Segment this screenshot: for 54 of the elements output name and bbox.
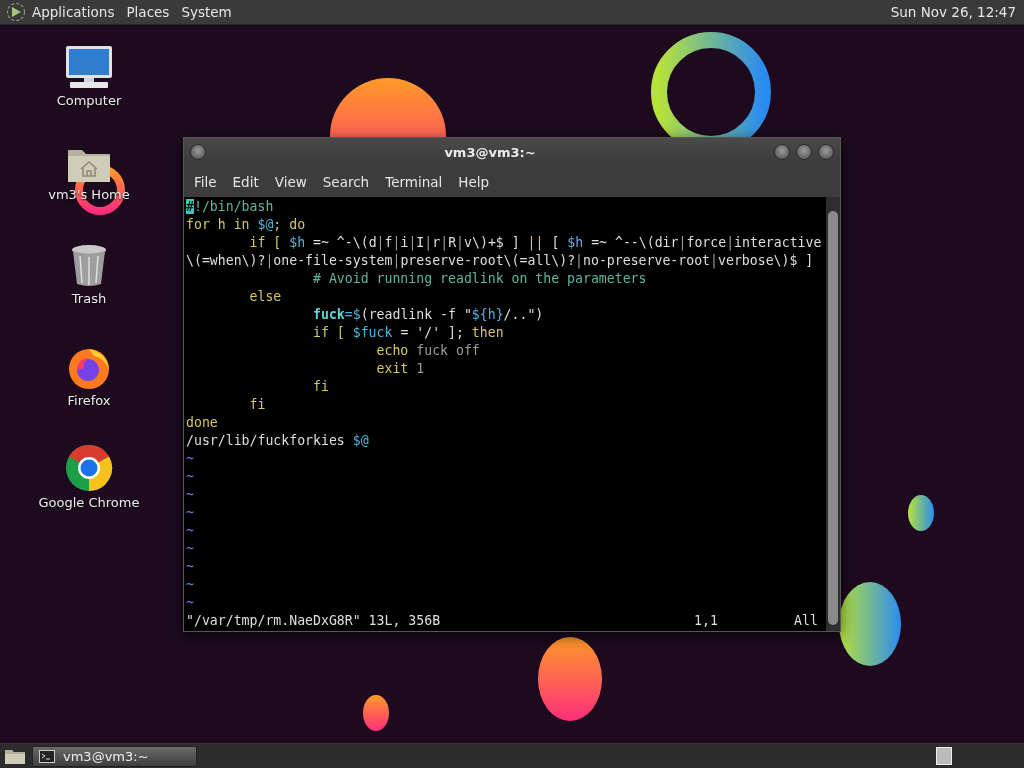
code-line: \(=when\)?|one-file-system|preserve-root\(=all\)?|no-preserve-root|verbose\)$ ] [186,252,815,270]
scroll-position: All [794,612,819,630]
close-button[interactable] [818,144,834,160]
cursor-position: 1,1 [694,612,719,630]
menu-item[interactable]: File [190,173,227,190]
minimize-button[interactable] [774,144,790,160]
window-menu-button[interactable] [190,144,206,160]
code-line: fuck=$(readlink -f "${h}/..") [312,306,545,324]
chrome-icon [65,444,113,492]
desktop-icon-label[interactable]: Trash [71,291,107,306]
code-line: fi [312,378,330,396]
code-line: if [ $h =~ ^-\(d|f|i|I|r|R|v\)+$ ] || [ $h =~ ^--\(dir|force|interactive [248,234,823,252]
desktop-icon-label[interactable]: Google Chrome [38,495,140,510]
window-title: vm3@vm3:~ [443,144,537,160]
code-line: /usr/lib/fuckforkies $@ [186,432,370,450]
maximize-button[interactable] [796,144,812,160]
terminal-icon [39,749,55,763]
code-line: exit 1 [375,360,426,378]
scrollbar[interactable] [826,197,840,631]
logo-icon[interactable] [6,2,26,22]
code-line: for h in $@; do [186,216,307,234]
empty-line-marker: ~ [186,522,195,540]
empty-line-marker: ~ [186,540,195,558]
menu-item[interactable]: Edit [228,173,269,190]
menu-item[interactable]: Terminal [381,173,453,190]
code-line: if [ $fuck = '/' ]; then [312,324,505,342]
taskbar-button[interactable]: vm3@vm3:~ [32,745,197,767]
panel-menu[interactable]: Places [120,4,176,20]
code-line: else [248,288,283,306]
show-desktop-icon[interactable] [4,747,26,765]
empty-line-marker: ~ [186,576,195,594]
clock[interactable]: Sun Nov 26, 12:47 [890,4,1016,20]
workspace-switcher[interactable] [936,747,952,765]
empty-line-marker: ~ [186,450,195,468]
empty-line-marker: ~ [186,504,195,522]
code-line: echo fuck off [375,342,481,360]
code-line: # Avoid running readlink on the parameters [312,270,648,288]
trash-icon [70,244,108,288]
file-info: "/var/tmp/rm.NaeDxG8R" 13L, 356B [186,612,441,630]
desktop-icon-label[interactable]: Computer [56,93,122,108]
code-line: fi [248,396,267,414]
code-line: done [186,414,219,432]
empty-line-marker: ~ [186,558,195,576]
menu-item[interactable]: View [270,173,317,190]
menu-item[interactable]: Help [454,173,500,190]
desktop-icon-label[interactable]: Firefox [67,393,111,408]
menu-item[interactable]: Search [318,173,380,190]
empty-line-marker: ~ [186,594,195,612]
empty-line-marker: ~ [186,486,195,504]
computer-icon [64,44,114,90]
code-line: #!/bin/bash [186,198,275,216]
panel-menu[interactable]: System [175,4,238,20]
empty-line-marker: ~ [186,468,195,486]
panel-menu[interactable]: Applications [26,4,121,20]
